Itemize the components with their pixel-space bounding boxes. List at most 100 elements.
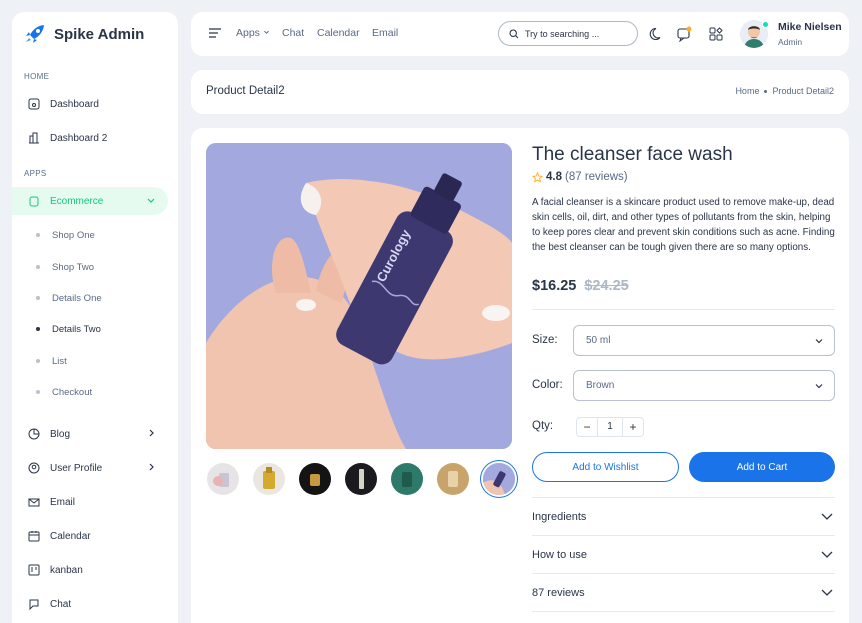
sidebar-sub-shop-two[interactable]: Shop Two — [36, 257, 94, 277]
brand[interactable]: Spike Admin — [24, 23, 144, 45]
sidebar-item-ecommerce[interactable]: Ecommerce — [12, 187, 168, 215]
sidebar-item-calendar[interactable]: Calendar — [12, 522, 168, 550]
building-icon — [28, 132, 40, 144]
sidebar-sub-details-two[interactable]: Details Two — [36, 319, 101, 339]
accordion-label: How to use — [532, 548, 588, 561]
breadcrumb-home[interactable]: Home — [735, 86, 759, 96]
page-header: Product Detail2 Home Product Detail2 — [191, 70, 849, 114]
sidebar-item-dashboard-2[interactable]: Dashboard 2 — [12, 124, 168, 152]
accordion-label: Ingredients — [532, 510, 587, 523]
search-box[interactable] — [498, 21, 638, 46]
chevron-down-icon — [821, 513, 833, 520]
rating-score: 4.8 — [546, 171, 562, 183]
size-select[interactable]: 50 ml — [573, 325, 835, 356]
sidebar-sub-label: Shop One — [52, 229, 95, 241]
sidebar-sub-label: List — [52, 355, 67, 367]
bullet-dot — [36, 233, 40, 237]
thumbnail-5[interactable] — [391, 463, 423, 495]
qty-decrement-button[interactable]: − — [577, 420, 597, 434]
thumbnail-2[interactable] — [253, 463, 285, 495]
quantity-stepper: − 1 + — [576, 417, 644, 437]
sidebar-sub-label: Shop Two — [52, 261, 95, 273]
color-select[interactable]: Brown — [573, 370, 835, 401]
pie-chart-icon — [28, 428, 40, 440]
thumbnail-image-icon — [207, 463, 239, 495]
topbar: Apps Chat Calendar Email Mike Nielsen Ad… — [191, 12, 849, 56]
kanban-icon — [28, 564, 40, 576]
sidebar-item-label: Dashboard — [50, 98, 99, 110]
bullet-dot — [36, 359, 40, 363]
sidebar-item-dashboard[interactable]: Dashboard — [12, 90, 168, 118]
sidebar-item-user-profile[interactable]: User Profile — [12, 454, 168, 482]
search-input[interactable] — [525, 28, 620, 39]
sidebar-sub-checkout[interactable]: Checkout — [36, 382, 92, 402]
qty-value[interactable]: 1 — [597, 418, 623, 436]
thumbnail-7-selected[interactable] — [483, 463, 515, 495]
top-link-calendar[interactable]: Calendar — [317, 27, 360, 39]
sidebar-item-label: Dashboard 2 — [50, 132, 108, 144]
accordion-how-to-use[interactable]: How to use — [532, 536, 835, 574]
add-to-cart-button[interactable]: Add to Cart — [689, 452, 835, 482]
sidebar-sub-label: Details One — [52, 292, 102, 304]
bullet-dot — [36, 265, 40, 269]
calendar-icon — [28, 530, 40, 542]
top-link-label: Apps — [236, 27, 260, 39]
color-value: Brown — [586, 380, 615, 391]
chevron-down-icon — [263, 30, 269, 34]
moon-icon[interactable] — [649, 26, 665, 42]
sidebar-sub-label: Details Two — [52, 323, 101, 335]
chevron-down-icon — [821, 551, 833, 558]
thumbnail-6[interactable] — [437, 463, 469, 495]
chat-icon — [28, 598, 40, 610]
bullet-dot — [36, 327, 40, 331]
star-icon — [532, 171, 543, 183]
chevron-right-icon — [149, 429, 154, 437]
bullet-dot — [36, 296, 40, 300]
nav-caption-home: HOME — [24, 72, 50, 81]
search-icon — [509, 28, 519, 38]
sidebar-item-label: Ecommerce — [50, 195, 104, 207]
chevron-down-icon — [815, 339, 823, 344]
top-link-apps[interactable]: Apps — [236, 27, 270, 39]
qty-increment-button[interactable]: + — [623, 420, 643, 434]
thumbnail-4[interactable] — [345, 463, 377, 495]
current-price: $16.25 — [532, 278, 577, 294]
top-link-chat[interactable]: Chat — [282, 27, 304, 39]
thumbnail-1[interactable] — [207, 463, 239, 495]
product-photo-hands-bottle-icon: Curology — [206, 143, 512, 449]
product-rating: 4.8 (87 reviews) — [532, 171, 628, 183]
sidebar-item-label: Blog — [50, 428, 71, 440]
product-price: $16.25 $24.25 — [532, 278, 629, 294]
thumbnail-image-icon — [299, 463, 331, 495]
user-name: Mike Nielsen — [778, 21, 842, 33]
message-notification-icon[interactable] — [676, 26, 692, 42]
sidebar-sub-details-one[interactable]: Details One — [36, 288, 102, 308]
sidebar-item-blog[interactable]: Blog — [12, 420, 168, 448]
accordion-label: 87 reviews — [532, 586, 585, 599]
apps-grid-icon[interactable] — [708, 26, 724, 42]
menu-icon[interactable] — [209, 28, 221, 38]
sidebar-sub-list[interactable]: List — [36, 351, 67, 371]
thumbnail-image-icon — [253, 463, 285, 495]
sidebar-item-email[interactable]: Email — [12, 488, 168, 516]
sidebar-sub-shop-one[interactable]: Shop One — [36, 225, 95, 245]
sidebar-item-label: kanban — [50, 564, 83, 576]
accordion-ingredients[interactable]: Ingredients — [532, 498, 835, 536]
accordion-reviews[interactable]: 87 reviews — [532, 574, 835, 612]
qty-label: Qty: — [532, 420, 554, 432]
add-to-wishlist-button[interactable]: Add to Wishlist — [532, 452, 679, 482]
product-main-image: Curology — [206, 143, 512, 449]
product-card: Curology The cleanser face wash 4.8 (87 — [191, 128, 849, 623]
user-role: Admin — [778, 37, 803, 47]
top-link-email[interactable]: Email — [372, 27, 398, 39]
chevron-down-icon — [147, 198, 155, 203]
product-name: The cleanser face wash — [532, 144, 733, 165]
user-circle-icon — [28, 462, 40, 474]
page-title: Product Detail2 — [206, 85, 285, 97]
rating-reviews: (87 reviews) — [565, 171, 628, 183]
bullet-dot — [36, 390, 40, 394]
sidebar: Spike Admin HOME Dashboard Dashboard 2 A… — [12, 12, 178, 623]
sidebar-item-chat[interactable]: Chat — [12, 590, 168, 618]
sidebar-item-kanban[interactable]: kanban — [12, 556, 168, 584]
thumbnail-3[interactable] — [299, 463, 331, 495]
